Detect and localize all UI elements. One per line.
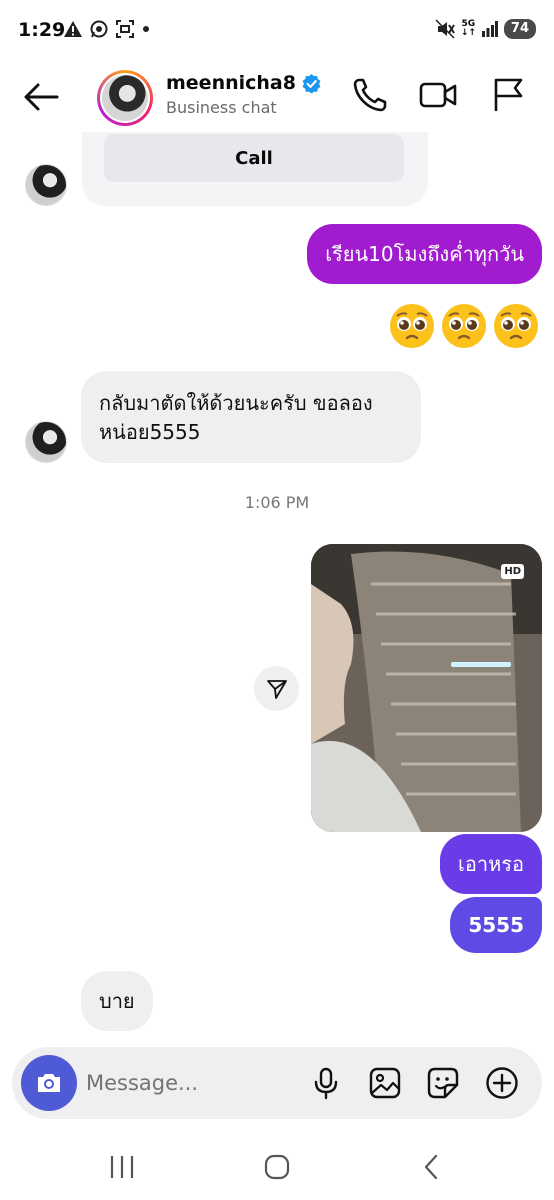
mute-icon [435, 19, 455, 39]
message-composer [12, 1047, 542, 1119]
send-icon [266, 679, 287, 699]
message-input[interactable] [86, 1065, 296, 1101]
sender-avatar[interactable] [25, 164, 67, 206]
chat-header: meennicha8 Business chat [0, 62, 554, 132]
share-button[interactable] [254, 666, 299, 711]
home-icon[interactable] [262, 1152, 292, 1182]
message-text: 5555 [468, 913, 524, 937]
contact-name-row[interactable]: meennicha8 [166, 72, 321, 94]
pleading-face-icon [442, 304, 486, 348]
call-button[interactable]: Call [104, 134, 404, 182]
status-system-icons: 5G ↓↑ 74 [435, 19, 536, 39]
camera-icon [38, 1074, 60, 1092]
phone-icon[interactable] [350, 75, 390, 115]
whatsapp-icon [90, 20, 108, 38]
contact-subtitle: Business chat [166, 98, 277, 117]
system-nav-bar [0, 1130, 554, 1200]
video-icon[interactable] [418, 75, 458, 115]
message-text: เอาหรอ [457, 852, 524, 876]
outgoing-message[interactable]: เอาหรอ [439, 834, 542, 894]
photo-message[interactable]: HD [311, 544, 542, 832]
avatar-photo [102, 75, 148, 121]
pleading-face-icon [494, 304, 538, 348]
emoji-message[interactable] [388, 302, 540, 350]
hd-badge: HD [501, 564, 524, 579]
gallery-icon[interactable] [368, 1066, 402, 1100]
network-type: 5G ↓↑ [460, 19, 476, 38]
battery-indicator: 74 [503, 19, 536, 39]
photo-content [311, 544, 542, 832]
add-plus-icon[interactable] [485, 1066, 519, 1100]
signal-icon [481, 21, 498, 37]
message-text: เรียน10โมงถึงค่ำทุกวัน [325, 242, 524, 266]
recent-apps-icon[interactable] [107, 1152, 137, 1182]
outgoing-message[interactable]: 5555 [450, 897, 542, 953]
contact-avatar[interactable] [97, 70, 153, 126]
microphone-icon[interactable] [309, 1066, 343, 1100]
verified-badge-icon [302, 73, 321, 93]
incoming-message[interactable]: บาย [81, 971, 153, 1031]
contact-name: meennicha8 [166, 72, 296, 94]
sender-avatar[interactable] [25, 421, 67, 463]
status-time: 1:29 [18, 19, 66, 41]
status-bar: 1:29 5G ↓↑ 74 [0, 0, 554, 62]
flag-icon[interactable] [488, 75, 528, 115]
status-notification-icons [64, 20, 150, 38]
message-timestamp: 1:06 PM [244, 493, 310, 512]
message-text-line: หน่อย5555 [99, 420, 201, 444]
network-label: 5G [461, 19, 476, 29]
message-text-line: กลับมาตัดให้ด้วยนะครับ ขอลอง [99, 391, 373, 415]
camera-button[interactable] [21, 1055, 77, 1111]
outgoing-message[interactable]: เรียน10โมงถึงค่ำทุกวัน [307, 224, 542, 284]
back-arrow-icon[interactable] [22, 78, 60, 116]
sticker-icon[interactable] [426, 1066, 460, 1100]
warning-icon [64, 21, 82, 37]
pleading-face-icon [390, 304, 434, 348]
back-nav-icon[interactable] [417, 1152, 447, 1182]
incoming-message[interactable]: กลับมาตัดให้ด้วยนะครับ ขอลอง หน่อย5555 [81, 371, 421, 463]
message-text: บาย [99, 989, 135, 1013]
screenshot-icon [116, 20, 134, 38]
dot-icon [143, 26, 149, 32]
call-card: Call [82, 132, 428, 206]
